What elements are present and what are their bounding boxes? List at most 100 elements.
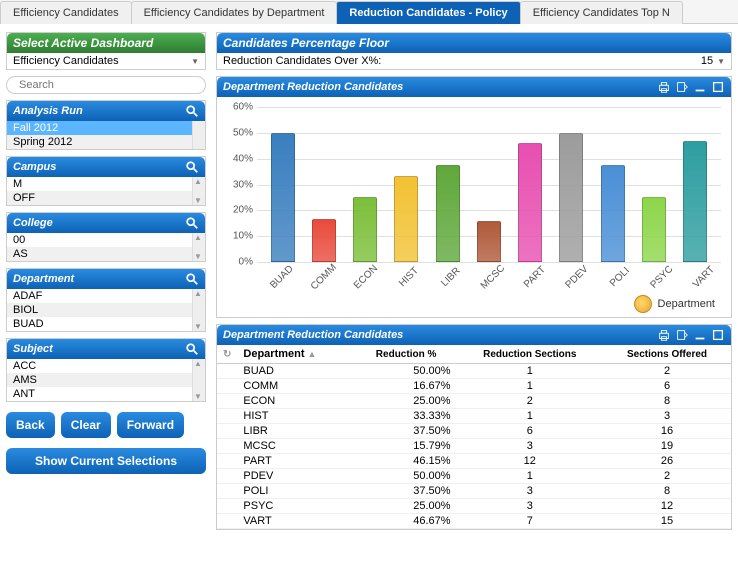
search-icon[interactable] xyxy=(185,272,199,286)
sort-asc-icon: ▲ xyxy=(308,349,317,359)
list-item[interactable]: BIOL xyxy=(7,303,205,317)
scroll-down-icon[interactable]: ▼ xyxy=(193,322,203,331)
table-row[interactable]: PART46.15%1226 xyxy=(217,454,731,469)
chart-bar[interactable] xyxy=(312,219,336,262)
scroll-down-icon[interactable]: ▼ xyxy=(193,196,203,205)
y-tick: 50% xyxy=(233,127,253,138)
back-button[interactable]: Back xyxy=(6,412,55,438)
department-header: Department xyxy=(7,269,205,289)
cell-dept: BUAD xyxy=(237,364,355,379)
list-item[interactable]: ANT xyxy=(7,387,205,401)
tab-efficiency-dept[interactable]: Efficiency Candidates by Department xyxy=(131,1,338,24)
chart-bar[interactable] xyxy=(601,165,625,262)
forward-button[interactable]: Forward xyxy=(117,412,184,438)
chart-plot: 0%10%20%30%40%50%60% xyxy=(257,107,721,262)
list-item[interactable]: M xyxy=(7,177,205,191)
scroll-up-icon[interactable]: ▲ xyxy=(193,233,203,242)
search-icon[interactable] xyxy=(185,160,199,174)
list-item[interactable]: AMS xyxy=(7,373,205,387)
show-selections-button[interactable]: Show Current Selections xyxy=(6,448,206,474)
chart-bar[interactable] xyxy=(394,176,418,262)
table-panel: Department Reduction Candidates ↻ Depart… xyxy=(216,324,732,530)
cell-off: 2 xyxy=(603,364,731,379)
cell-pct: 50.00% xyxy=(356,469,457,484)
cell-off: 19 xyxy=(603,439,731,454)
col-department[interactable]: Department▲ xyxy=(237,345,355,364)
tab-efficiency-topn[interactable]: Efficiency Candidates Top N xyxy=(520,1,683,24)
cell-dept: COMM xyxy=(237,379,355,394)
list-item[interactable]: Fall 2012 xyxy=(7,121,205,135)
list-item[interactable]: BUAD xyxy=(7,317,205,331)
chart-bar[interactable] xyxy=(559,133,583,262)
search-icon[interactable] xyxy=(185,104,199,118)
cell-dept: MCSC xyxy=(237,439,355,454)
search-icon[interactable] xyxy=(185,342,199,356)
table-row[interactable]: POLI37.50%38 xyxy=(217,484,731,499)
table-row[interactable]: PSYC25.00%312 xyxy=(217,499,731,514)
list-item[interactable]: ADAF xyxy=(7,289,205,303)
list-item[interactable]: OFF xyxy=(7,191,205,205)
chart-bar[interactable] xyxy=(683,141,707,262)
scroll-up-icon[interactable]: ▲ xyxy=(193,359,203,368)
x-label: HIST xyxy=(390,258,428,296)
select-dashboard-value: Efficiency Candidates xyxy=(13,55,119,67)
scroll-up-icon[interactable]: ▲ xyxy=(193,289,203,298)
scroll-down-icon[interactable]: ▼ xyxy=(193,252,203,261)
select-dashboard-panel: Select Active Dashboard Efficiency Candi… xyxy=(6,32,206,70)
cell-dept: PSYC xyxy=(237,499,355,514)
cell-off: 26 xyxy=(603,454,731,469)
college-header: College xyxy=(7,213,205,233)
legend-icon[interactable] xyxy=(634,295,652,313)
clear-button[interactable]: Clear xyxy=(61,412,111,438)
cell-off: 8 xyxy=(603,484,731,499)
list-item[interactable]: 00 xyxy=(7,233,205,247)
chart-bar[interactable] xyxy=(436,165,460,262)
table-row[interactable]: COMM16.67%16 xyxy=(217,379,731,394)
export-icon[interactable] xyxy=(675,80,689,94)
print-icon[interactable] xyxy=(657,328,671,342)
export-icon[interactable] xyxy=(675,328,689,342)
cell-red: 7 xyxy=(457,514,603,529)
chart-bar[interactable] xyxy=(271,133,295,262)
maximize-icon[interactable] xyxy=(711,328,725,342)
list-item[interactable]: AS xyxy=(7,247,205,261)
table-row[interactable]: LIBR37.50%616 xyxy=(217,424,731,439)
refresh-icon[interactable]: ↻ xyxy=(217,345,237,364)
y-tick: 20% xyxy=(233,205,253,216)
y-tick: 10% xyxy=(233,231,253,242)
table-row[interactable]: MCSC15.79%319 xyxy=(217,439,731,454)
print-icon[interactable] xyxy=(657,80,671,94)
chart-bar[interactable] xyxy=(477,221,501,262)
chart-bar[interactable] xyxy=(518,143,542,262)
select-dashboard-header: Select Active Dashboard xyxy=(7,33,205,53)
chart-bar[interactable] xyxy=(353,197,377,262)
table-row[interactable]: HIST33.33%13 xyxy=(217,409,731,424)
chevron-down-icon[interactable]: ▼ xyxy=(717,57,725,66)
list-item[interactable]: Spring 2012 xyxy=(7,135,205,149)
cell-pct: 25.00% xyxy=(356,394,457,409)
chart-bar[interactable] xyxy=(642,197,666,262)
scroll-up-icon[interactable]: ▲ xyxy=(193,177,203,186)
cell-pct: 15.79% xyxy=(356,439,457,454)
maximize-icon[interactable] xyxy=(711,80,725,94)
col-sections-offered[interactable]: Sections Offered xyxy=(603,345,731,364)
table-row[interactable]: PDEV50.00%12 xyxy=(217,469,731,484)
table-row[interactable]: BUAD50.00%12 xyxy=(217,364,731,379)
search-icon[interactable] xyxy=(185,216,199,230)
cell-pct: 50.00% xyxy=(356,364,457,379)
table-row[interactable]: ECON25.00%28 xyxy=(217,394,731,409)
minimize-icon[interactable] xyxy=(693,80,707,94)
search-input-wrap[interactable] xyxy=(6,76,206,94)
minimize-icon[interactable] xyxy=(693,328,707,342)
tab-efficiency[interactable]: Efficiency Candidates xyxy=(0,1,132,24)
table-row[interactable]: VART46.67%715 xyxy=(217,514,731,529)
scroll-down-icon[interactable]: ▼ xyxy=(193,392,203,401)
y-tick: 60% xyxy=(233,102,253,113)
chart-panel: Department Reduction Candidates 0%10%20%… xyxy=(216,76,732,318)
search-input[interactable] xyxy=(19,79,197,91)
list-item[interactable]: ACC xyxy=(7,359,205,373)
tab-reduction-policy[interactable]: Reduction Candidates - Policy xyxy=(336,1,520,24)
select-dashboard-dropdown[interactable]: Efficiency Candidates ▼ xyxy=(7,53,205,69)
col-reduction-sections[interactable]: Reduction Sections xyxy=(457,345,603,364)
col-reduction-pct[interactable]: Reduction % xyxy=(356,345,457,364)
